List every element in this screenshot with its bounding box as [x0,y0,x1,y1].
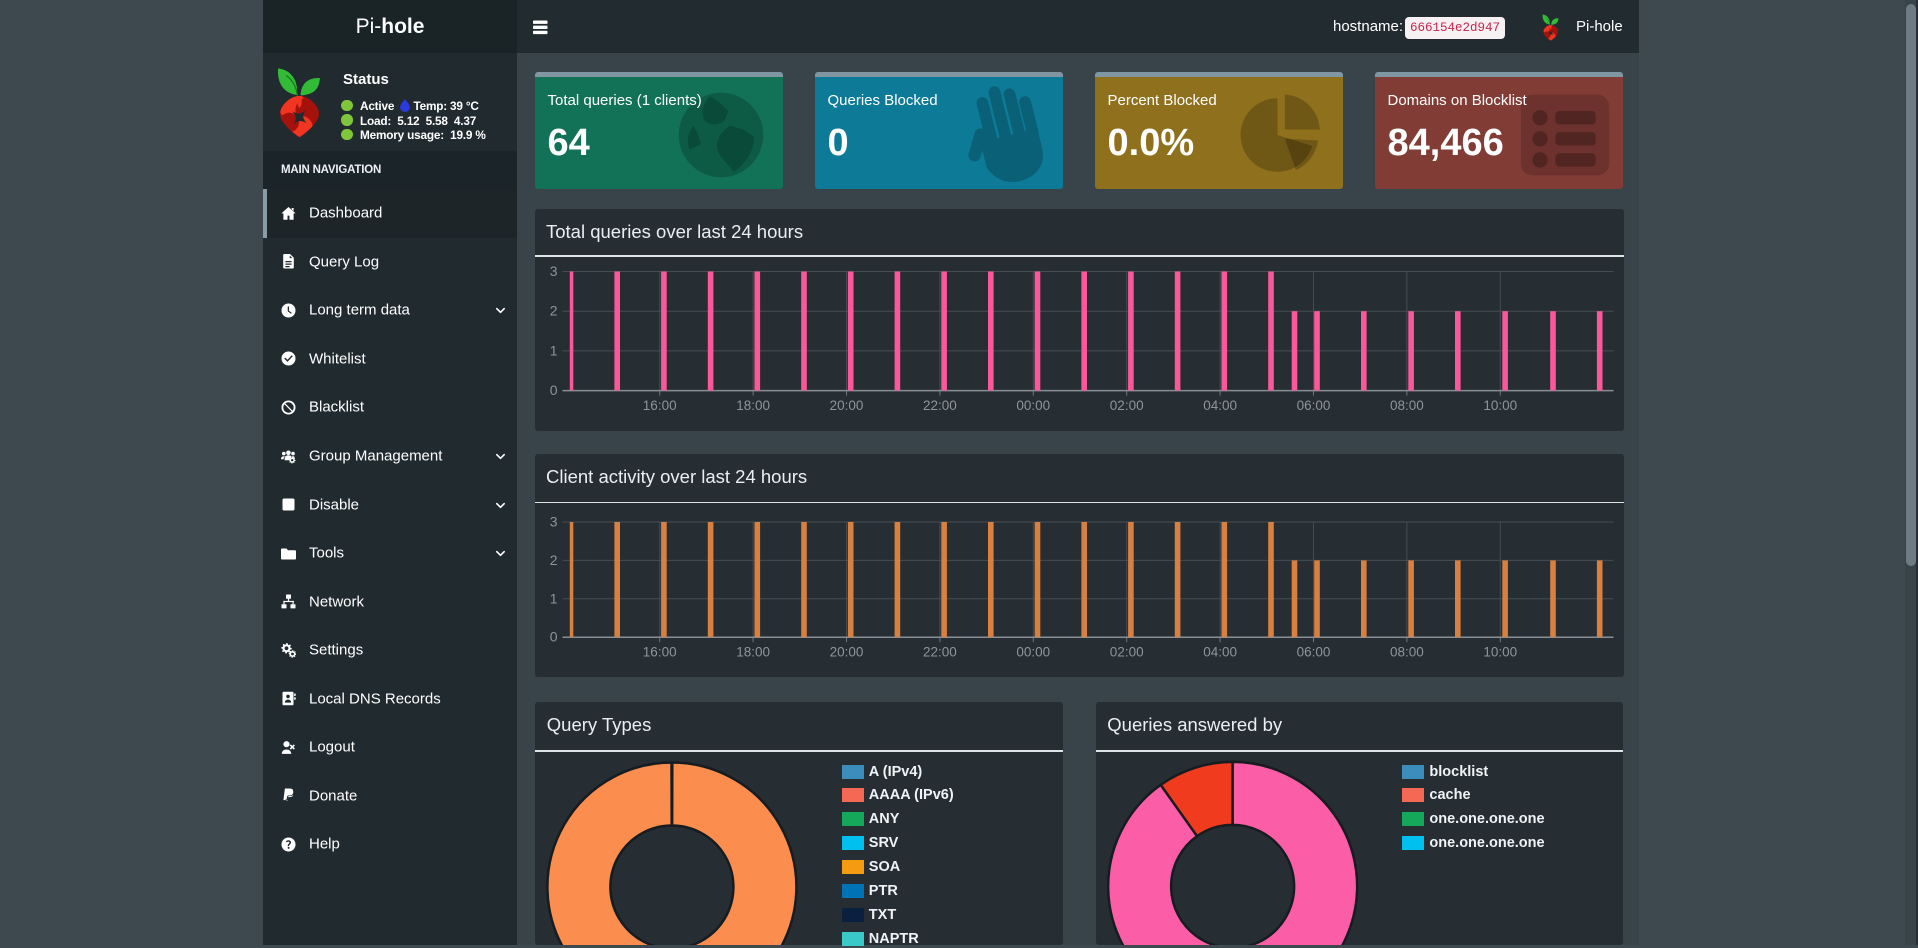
svg-text:22:00: 22:00 [923,645,957,660]
svg-text:06:00: 06:00 [1296,645,1330,660]
svg-text:20:00: 20:00 [829,645,863,660]
svg-text:06:00: 06:00 [1296,398,1330,413]
svg-text:04:00: 04:00 [1203,645,1237,660]
svg-text:1: 1 [549,590,557,606]
svg-text:3: 3 [549,263,557,279]
svg-text:10:00: 10:00 [1483,398,1517,413]
svg-text:10:00: 10:00 [1483,645,1517,660]
svg-text:2: 2 [549,303,557,319]
svg-text:02:00: 02:00 [1109,398,1143,413]
svg-text:08:00: 08:00 [1390,645,1424,660]
svg-text:0: 0 [549,382,557,398]
svg-text:04:00: 04:00 [1203,398,1237,413]
svg-text:22:00: 22:00 [923,398,957,413]
svg-text:18:00: 18:00 [736,645,770,660]
svg-text:00:00: 00:00 [1016,645,1050,660]
svg-text:0: 0 [549,629,557,645]
svg-text:16:00: 16:00 [642,398,676,413]
svg-text:20:00: 20:00 [829,398,863,413]
svg-text:08:00: 08:00 [1390,398,1424,413]
svg-text:3: 3 [549,514,557,530]
svg-text:02:00: 02:00 [1109,645,1143,660]
svg-text:2: 2 [549,552,557,568]
svg-text:18:00: 18:00 [736,398,770,413]
svg-text:16:00: 16:00 [642,645,676,660]
svg-text:00:00: 00:00 [1016,398,1050,413]
svg-text:1: 1 [549,342,557,358]
